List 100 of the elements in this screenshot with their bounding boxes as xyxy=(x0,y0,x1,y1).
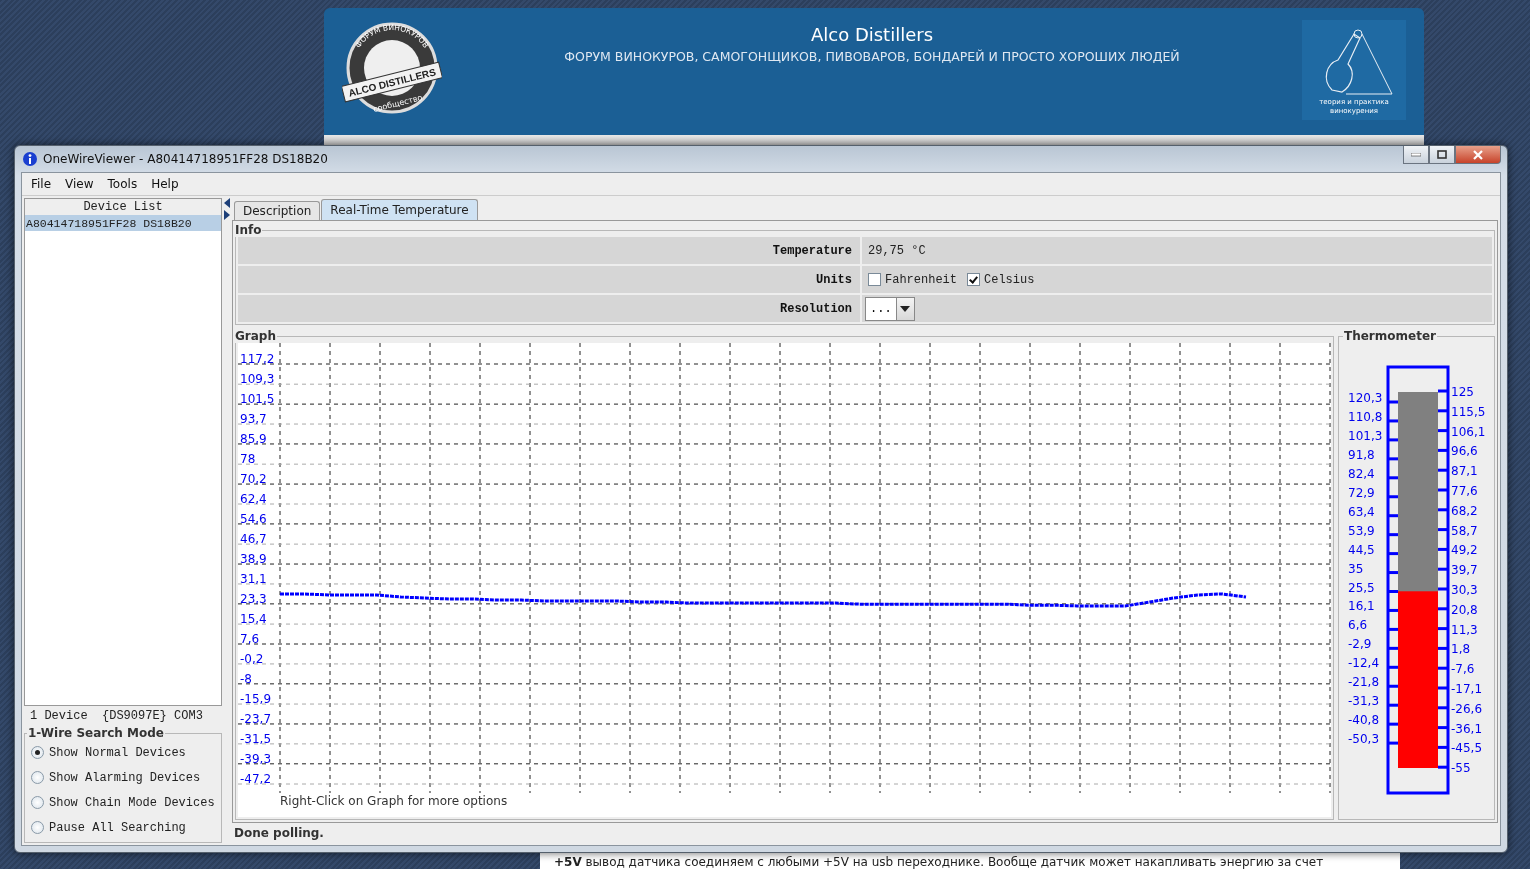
scale-label: 120,3 xyxy=(1348,391,1383,405)
scale-label: 106,1 xyxy=(1451,424,1486,439)
scale-label: 87,1 xyxy=(1451,464,1478,479)
menu-item[interactable]: View xyxy=(58,177,101,191)
maximize-button[interactable] xyxy=(1429,146,1455,164)
scale-label: 49,2 xyxy=(1451,543,1478,558)
graph-hint: Right-Click on Graph for more options xyxy=(280,794,508,808)
scale-label: 6,6 xyxy=(1348,618,1368,633)
flask-drawing xyxy=(1325,29,1393,95)
radio-button[interactable] xyxy=(31,796,44,809)
tab[interactable]: Description xyxy=(234,201,321,220)
scale-label: -50,3 xyxy=(1348,732,1380,747)
axis-tick-label: 62,4 xyxy=(240,492,267,506)
axis-tick-label: -39,3 xyxy=(240,751,272,766)
scale-label: -26,6 xyxy=(1451,701,1483,716)
checkbox[interactable] xyxy=(967,273,980,286)
checkbox-label: Celsius xyxy=(984,272,1035,287)
scale-label: 44,5 xyxy=(1348,542,1375,557)
status-text: Done polling. xyxy=(234,826,324,840)
scale-label: 68,2 xyxy=(1451,503,1478,518)
scale-label: -2,9 xyxy=(1348,637,1372,652)
scale-label: 63,4 xyxy=(1348,504,1375,519)
checkbox[interactable] xyxy=(868,273,881,286)
axis-tick-label: 15,4 xyxy=(240,612,267,627)
minimize-button[interactable] xyxy=(1403,146,1429,164)
axis-tick-label: 109,3 xyxy=(240,372,275,387)
device-status: 1 Device {DS9097E} COM3 xyxy=(30,709,203,723)
scale-label: 91,8 xyxy=(1348,447,1375,462)
scale-label: 82,4 xyxy=(1348,466,1375,481)
axis-tick-label: 38,9 xyxy=(240,552,267,567)
scale-label: 16,1 xyxy=(1348,599,1375,614)
radio-label: Show Normal Devices xyxy=(49,745,186,760)
scale-label: 77,6 xyxy=(1451,484,1478,498)
dropdown-arrow-button[interactable] xyxy=(895,297,914,320)
group-title: Thermometer xyxy=(1343,329,1437,343)
axis-tick-label: -8 xyxy=(240,671,252,686)
scale-label: -40,8 xyxy=(1348,713,1380,728)
scale-label: 110,8 xyxy=(1348,409,1383,424)
axis-tick-label: 46,7 xyxy=(240,532,267,547)
group-title: Info xyxy=(234,223,263,237)
axis-tick-label: -15,9 xyxy=(240,692,272,707)
axis-tick-label: 93,7 xyxy=(240,412,267,427)
close-button[interactable] xyxy=(1455,146,1501,164)
scale-label: 72,9 xyxy=(1348,485,1375,500)
radio-label: Show Chain Mode Devices xyxy=(49,795,215,810)
collapse-left-icon[interactable] xyxy=(224,198,230,208)
temperature-chart[interactable]: 117,2 109,3 101,5 93,7 85,9 78 70,2 62,4 54,6 46,7 38,9 31,1 23,3 15,4 7,6 -0,2 -8 -15,9 -23,7 -31,5 -39,3 -47,2 Right-Click on Graph for more options xyxy=(238,343,1331,817)
radio-button[interactable] xyxy=(31,821,44,834)
list-header-text: Device List xyxy=(83,200,163,214)
forum-subtitle: ФОРУМ ВИНОКУРОВ, САМОГОНЩИКОВ, ПИВОВАРОВ, БОНДАРЕЙ И ПРОСТО ХОРОШИХ ЛЮДЕЙ xyxy=(564,49,1180,64)
scale-label: 35 xyxy=(1348,561,1364,576)
scale-label: -36,1 xyxy=(1451,721,1483,736)
menu-item[interactable]: Tools xyxy=(100,177,145,191)
scale-label: 58,7 xyxy=(1451,523,1478,538)
group-title: 1-Wire Search Mode xyxy=(27,726,165,740)
axis-tick-label: 7,6 xyxy=(240,632,260,646)
scale-label: -45,5 xyxy=(1451,741,1483,756)
scale-label: 53,9 xyxy=(1348,523,1375,538)
scale-label: 11,3 xyxy=(1451,622,1478,637)
axis-tick-label: -0,2 xyxy=(240,651,264,666)
axis-tick-label: -47,2 xyxy=(240,772,272,786)
scale-label: 101,3 xyxy=(1348,428,1383,443)
radio-label: Pause All Searching xyxy=(49,820,186,835)
axis-tick-label: 54,6 xyxy=(240,511,267,526)
info-icon xyxy=(23,152,37,166)
expand-right-icon[interactable] xyxy=(224,210,230,220)
axis-tick-label: 23,3 xyxy=(240,591,267,606)
menu-item[interactable]: File xyxy=(24,177,59,191)
group-title: Graph xyxy=(234,329,277,343)
scale-label: -21,8 xyxy=(1348,675,1380,690)
scale-label: -31,3 xyxy=(1348,694,1380,709)
scale-label: 39,7 xyxy=(1451,563,1478,578)
radio-button[interactable] xyxy=(31,746,44,759)
info-label: Temperature xyxy=(772,243,852,258)
maximize-icon xyxy=(1437,150,1447,159)
radio-label: Show Alarming Devices xyxy=(49,770,201,785)
scale-label: 1,8 xyxy=(1451,642,1471,657)
temperature-value: 29,75 °C xyxy=(868,243,926,258)
window-title: OneWireViewer - A80414718951FF28 DS18B20 xyxy=(43,152,329,166)
scale-label: -12,4 xyxy=(1348,656,1380,671)
device-item[interactable]: A80414718951FF28 DS18B20 xyxy=(25,215,221,231)
tab[interactable]: Real-Time Temperature xyxy=(321,199,478,220)
info-label: Resolution xyxy=(780,301,852,316)
minimize-icon xyxy=(1411,152,1421,157)
axis-tick-label: 85,9 xyxy=(240,431,267,446)
menu-item[interactable]: Help xyxy=(144,177,186,191)
resolution-dropdown[interactable]: ... xyxy=(865,296,915,321)
radio-button[interactable] xyxy=(31,771,44,784)
scale-label: 20,8 xyxy=(1451,602,1478,617)
post-text: +5V вывод датчика соединяем с любыми +5V на usb переходнике. Вообще датчик может накапливать энергию за счет xyxy=(554,855,1324,869)
axis-tick-label: -23,7 xyxy=(240,711,272,726)
scale-label: -55 xyxy=(1451,761,1471,776)
axis-tick-label: 70,2 xyxy=(240,472,267,487)
forum-title: Alco Distillers xyxy=(810,24,934,45)
scale-label: 96,6 xyxy=(1451,444,1478,459)
axis-tick-label: -31,5 xyxy=(240,731,272,746)
close-icon xyxy=(1473,149,1483,160)
axis-tick-label: 78 xyxy=(240,452,256,467)
axis-tick-label: 101,5 xyxy=(240,392,275,407)
axis-tick-label: 117,2 xyxy=(240,352,275,366)
